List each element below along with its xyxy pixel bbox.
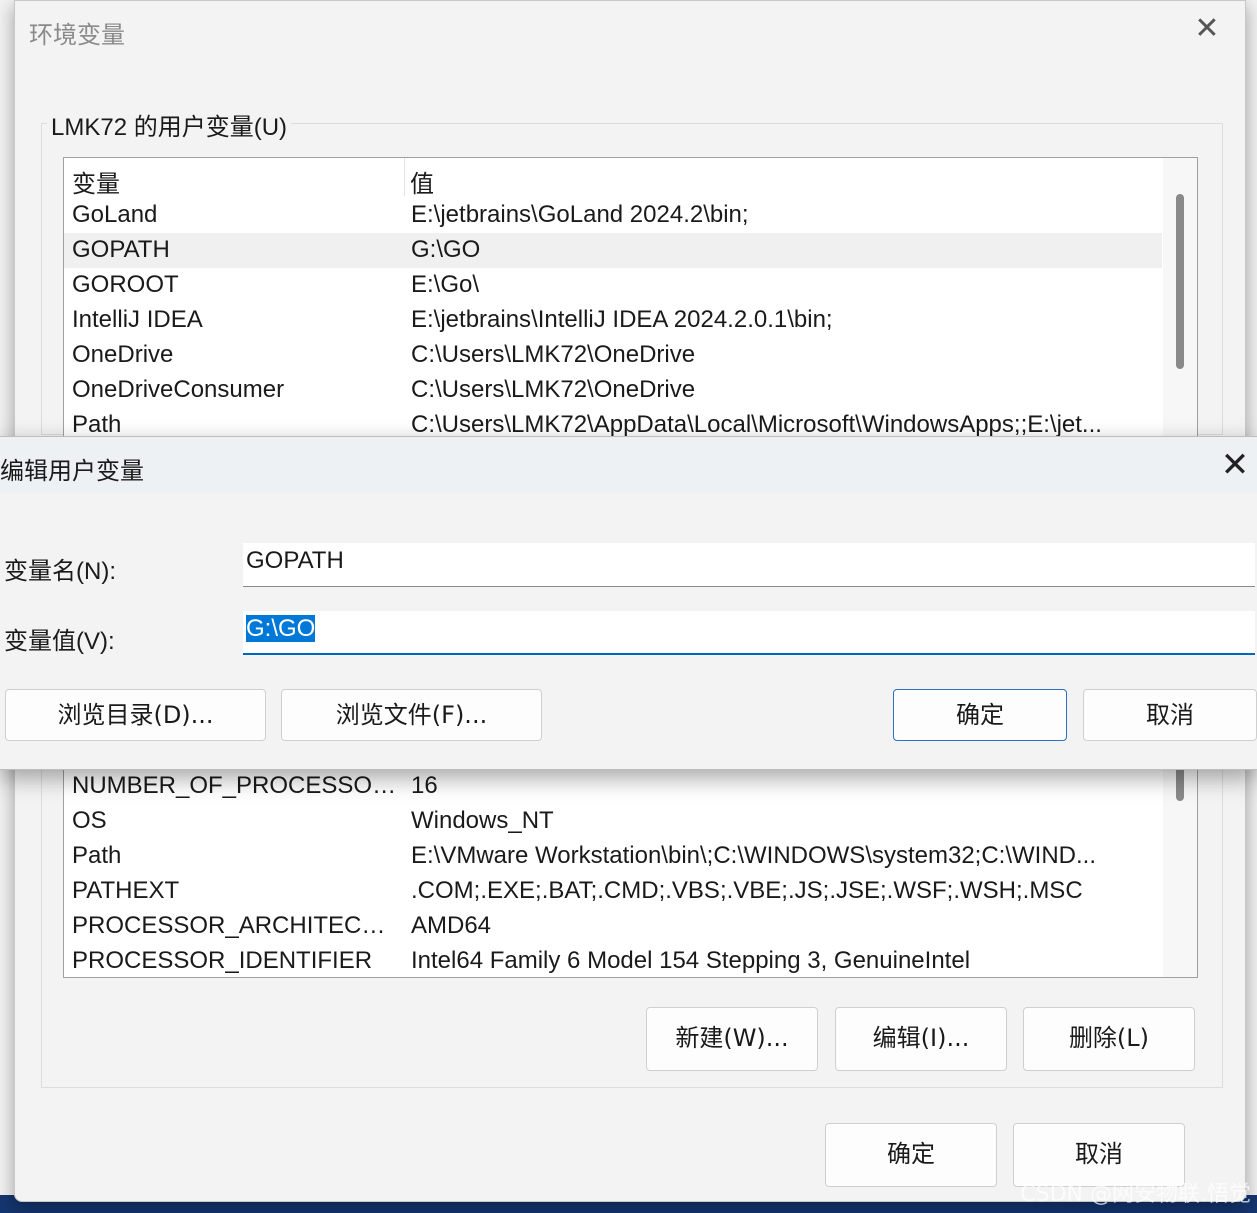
row-name: OneDriveConsumer xyxy=(72,376,285,403)
row-value: E:\jetbrains\IntelliJ IDEA 2024.2.0.1\bi… xyxy=(411,306,833,333)
table-row[interactable]: OneDrive C:\Users\LMK72\OneDrive xyxy=(64,338,1162,373)
dialog-title: 环境变量 xyxy=(29,22,125,49)
row-value: .COM;.EXE;.BAT;.CMD;.VBS;.VBE;.JS;.JSE;.… xyxy=(411,877,1083,904)
row-value: 16 xyxy=(411,772,438,799)
row-value: C:\Users\LMK72\OneDrive xyxy=(411,341,696,368)
row-value: Windows_NT xyxy=(411,807,554,834)
row-name: GOROOT xyxy=(72,271,179,298)
column-divider[interactable] xyxy=(404,158,405,196)
row-name: NUMBER_OF_PROCESSORS xyxy=(72,772,397,799)
edit-dialog-title: 编辑用户变量 xyxy=(0,458,144,485)
browse-directory-button[interactable]: 浏览目录(D)... xyxy=(5,689,266,741)
row-name: PROCESSOR_ARCHITECTU... xyxy=(72,912,397,939)
row-name: PATHEXT xyxy=(72,877,180,904)
row-name: OS xyxy=(72,807,107,834)
row-value: G:\GO xyxy=(411,236,481,263)
row-value: Intel64 Family 6 Model 154 Stepping 3, G… xyxy=(411,947,971,974)
column-header-variable[interactable]: 变量 xyxy=(72,164,120,199)
vertical-scrollbar[interactable] xyxy=(1163,761,1197,977)
row-name: Path xyxy=(72,842,122,869)
table-row[interactable]: NUMBER_OF_PROCESSORS 16 xyxy=(64,769,1162,804)
table-row[interactable]: OS Windows_NT xyxy=(64,804,1162,839)
row-name: GoLand xyxy=(72,201,158,228)
variable-value-label: 变量值(V): xyxy=(4,628,115,655)
variable-name-input[interactable]: GOPATH xyxy=(243,543,1255,587)
ok-button[interactable]: 确定 xyxy=(825,1123,997,1187)
variable-value-selected-text: G:\GO xyxy=(246,615,316,642)
column-header-value[interactable]: 值 xyxy=(410,164,434,199)
row-value: E:\jetbrains\GoLand 2024.2\bin; xyxy=(411,201,749,228)
edit-dialog-titlebar: 编辑用户变量 ✕ xyxy=(0,437,1257,493)
vertical-scrollbar[interactable] xyxy=(1163,158,1197,448)
row-value: E:\VMware Workstation\bin\;C:\WINDOWS\sy… xyxy=(411,842,1097,869)
watermark: CSDN @网安物联.悟觉 xyxy=(1020,1182,1251,1207)
table-row[interactable]: OneDriveConsumer C:\Users\LMK72\OneDrive xyxy=(64,373,1162,408)
variable-value-input[interactable]: G:\GO xyxy=(243,611,1255,655)
close-icon[interactable]: ✕ xyxy=(1189,11,1225,47)
user-variables-list[interactable]: 变量 值 GoLand E:\jetbrains\GoLand 2024.2\b… xyxy=(63,157,1198,449)
table-row[interactable]: GoLand E:\jetbrains\GoLand 2024.2\bin; xyxy=(64,198,1162,233)
scrollbar-thumb[interactable] xyxy=(1176,194,1184,369)
close-icon[interactable]: ✕ xyxy=(1217,445,1253,485)
delete-system-variable-button[interactable]: 删除(L) xyxy=(1023,1007,1195,1071)
row-name: OneDrive xyxy=(72,341,174,368)
table-row[interactable]: GOROOT E:\Go\ xyxy=(64,268,1162,303)
scrollbar-thumb[interactable] xyxy=(1176,767,1184,801)
table-row[interactable]: IntelliJ IDEA E:\jetbrains\IntelliJ IDEA… xyxy=(64,303,1162,338)
table-row[interactable]: PROCESSOR_IDENTIFIER Intel64 Family 6 Mo… xyxy=(64,944,1162,977)
browse-file-button[interactable]: 浏览文件(F)... xyxy=(281,689,542,741)
new-system-variable-button[interactable]: 新建(W)... xyxy=(646,1007,818,1071)
table-row[interactable]: Path E:\VMware Workstation\bin\;C:\WINDO… xyxy=(64,839,1162,874)
edit-user-variable-dialog: 编辑用户变量 ✕ 变量名(N): GOPATH 变量值(V): G:\GO 浏览… xyxy=(0,436,1257,770)
variable-name-label: 变量名(N): xyxy=(4,558,116,585)
table-row[interactable]: PATHEXT .COM;.EXE;.BAT;.CMD;.VBS;.VBE;.J… xyxy=(64,874,1162,909)
table-row[interactable]: PROCESSOR_ARCHITECTU... AMD64 xyxy=(64,909,1162,944)
edit-cancel-button[interactable]: 取消 xyxy=(1083,689,1257,741)
row-value: C:\Users\LMK72\OneDrive xyxy=(411,376,696,403)
list-header: 变量 值 xyxy=(64,158,1162,199)
table-row-selected[interactable]: GOPATH G:\GO xyxy=(64,233,1162,268)
variable-name-value: GOPATH xyxy=(246,547,344,574)
row-name: Path xyxy=(72,411,122,438)
row-value: E:\Go\ xyxy=(411,271,480,298)
edit-ok-button[interactable]: 确定 xyxy=(893,689,1067,741)
row-name: GOPATH xyxy=(72,236,170,263)
row-name: PROCESSOR_IDENTIFIER xyxy=(72,947,373,974)
row-value: C:\Users\LMK72\AppData\Local\Microsoft\W… xyxy=(411,411,1102,438)
row-name: IntelliJ IDEA xyxy=(72,306,203,333)
row-value: AMD64 xyxy=(411,912,492,939)
system-variables-list[interactable]: NUMBER_OF_PROCESSORS 16 OS Windows_NT Pa… xyxy=(63,761,1198,978)
user-variables-label: LMK72 的用户变量(U) xyxy=(47,107,292,142)
edit-system-variable-button[interactable]: 编辑(I)... xyxy=(835,1007,1007,1071)
